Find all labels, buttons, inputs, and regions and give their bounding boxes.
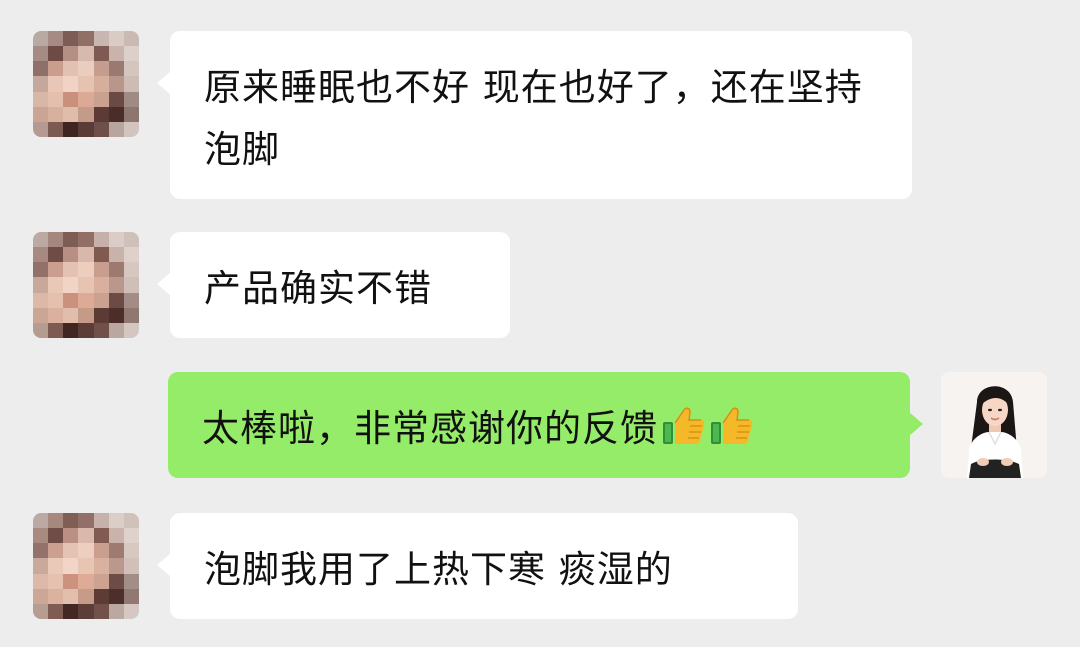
contact-avatar[interactable]: [33, 513, 139, 619]
outgoing-message-bubble[interactable]: 太棒啦，非常感谢你的反馈: [168, 372, 923, 478]
thumbs-up-icon: [663, 407, 705, 444]
thumbs-up-icon: [711, 407, 753, 444]
contact-avatar[interactable]: [33, 232, 139, 338]
message-text: 泡脚我用了上热下寒 痰湿的: [204, 548, 673, 591]
user-avatar-image: [941, 372, 1047, 478]
incoming-message-bubble[interactable]: 产品确实不错: [157, 232, 510, 338]
user-avatar[interactable]: [941, 372, 1047, 478]
chat-area: 原来睡眠也不好 现在也好了，还在坚持泡脚 产品确实不错 太棒啦，非常感谢你的反馈: [0, 0, 1080, 647]
blurred-avatar-mosaic: [33, 232, 139, 338]
message-text: 产品确实不错: [204, 267, 432, 310]
incoming-message-bubble[interactable]: 泡脚我用了上热下寒 痰湿的: [157, 513, 798, 619]
message-text: 原来睡眠也不好 现在也好了，还在坚持泡脚: [204, 66, 863, 171]
incoming-message-bubble[interactable]: 原来睡眠也不好 现在也好了，还在坚持泡脚: [157, 31, 912, 199]
contact-avatar[interactable]: [33, 31, 139, 137]
blurred-avatar-mosaic: [33, 513, 139, 619]
message-text: 太棒啦，非常感谢你的反馈: [202, 407, 658, 450]
blurred-avatar-mosaic: [33, 31, 139, 137]
